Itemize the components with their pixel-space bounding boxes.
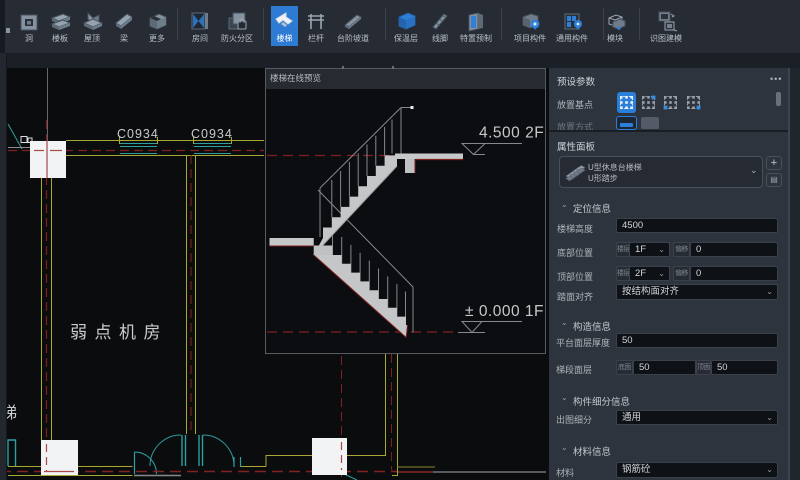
svg-text:C0934: C0934 bbox=[117, 127, 159, 141]
svg-text:4.500 2F: 4.500 2F bbox=[479, 125, 544, 142]
svg-text:C0934: C0934 bbox=[191, 127, 233, 141]
svg-text:± 0.000 1F: ± 0.000 1F bbox=[465, 303, 544, 320]
svg-text:弱点机房: 弱点机房 bbox=[70, 323, 168, 342]
